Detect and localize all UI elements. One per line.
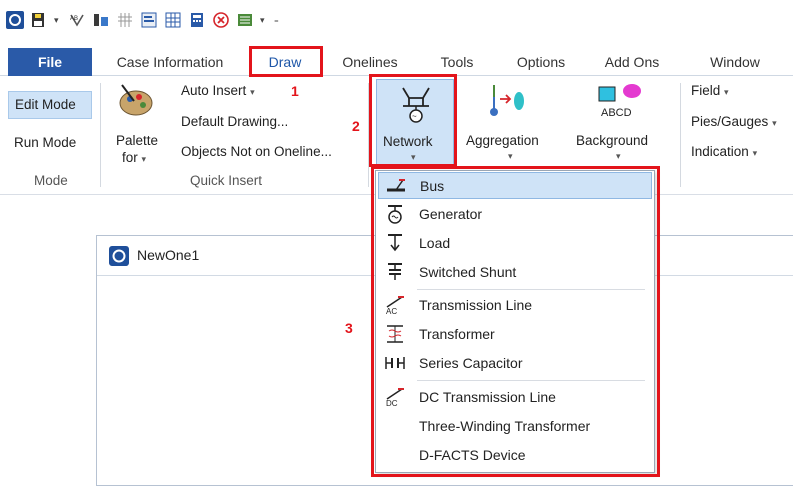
annotation-box-network — [369, 74, 457, 167]
chevron-down-icon: ▾ — [724, 87, 729, 97]
palette-for-text: for — [122, 150, 138, 165]
svg-text:AB: AB — [70, 16, 78, 22]
save-icon[interactable] — [30, 11, 48, 29]
edit-mode-button[interactable]: Edit Mode — [8, 91, 92, 119]
undo-icon[interactable]: AB — [68, 11, 86, 29]
tab-file[interactable]: File — [8, 48, 92, 76]
annotation-number-3: 3 — [345, 320, 353, 336]
run-mode-button[interactable]: Run Mode — [14, 135, 76, 150]
print-icon[interactable] — [236, 11, 254, 29]
palette-for-label[interactable]: for ▾ — [122, 150, 146, 165]
auto-insert-button[interactable]: Auto Insert ▾ — [181, 83, 255, 98]
grid-icon[interactable] — [116, 11, 134, 29]
tab-case-information[interactable]: Case Information — [100, 48, 240, 76]
svg-text:ABCD: ABCD — [601, 107, 632, 119]
palette-icon[interactable] — [112, 81, 160, 121]
document-title: NewOne1 — [137, 247, 200, 263]
chevron-down-icon: ▾ — [141, 154, 147, 164]
group-divider — [100, 83, 101, 187]
field-label: Field — [691, 83, 721, 98]
quick-insert-group-label: Quick Insert — [190, 173, 263, 188]
annotation-box-network-menu — [371, 166, 660, 477]
aggregation-icon[interactable] — [486, 83, 530, 119]
chevron-down-icon[interactable]: ▾ — [54, 15, 62, 26]
background-icon[interactable]: ABCD — [598, 81, 644, 121]
tab-window[interactable]: Window — [690, 48, 780, 76]
tab-tools[interactable]: Tools — [422, 48, 492, 76]
palette-label[interactable]: Palette — [116, 133, 158, 148]
annotation-number-1: 1 — [291, 83, 299, 99]
indication-label: Indication — [691, 144, 749, 159]
chevron-down-icon[interactable]: ▾ — [260, 15, 268, 26]
customize-icon[interactable]: ₌ — [274, 15, 282, 26]
pies-gauges-button[interactable]: Pies/Gauges ▾ — [691, 114, 777, 129]
network-tool-icon[interactable] — [92, 11, 110, 29]
form-icon[interactable] — [140, 11, 158, 29]
aggregation-button[interactable]: Aggregation — [466, 133, 539, 148]
app-icon[interactable] — [6, 11, 24, 29]
tab-onelines[interactable]: Onelines — [330, 48, 410, 76]
indication-button[interactable]: Indication ▾ — [691, 144, 757, 159]
chevron-down-icon: ▾ — [752, 148, 758, 158]
field-button[interactable]: Field ▾ — [691, 83, 729, 98]
app-icon — [109, 246, 129, 266]
tab-options[interactable]: Options — [502, 48, 580, 76]
mode-group-label: Mode — [34, 173, 68, 188]
annotation-box-draw-tab — [249, 46, 323, 77]
annotation-number-2: 2 — [352, 118, 360, 134]
table-icon[interactable] — [164, 11, 182, 29]
calculator-icon[interactable] — [188, 11, 206, 29]
close-circle-icon[interactable] — [212, 11, 230, 29]
auto-insert-label: Auto Insert — [181, 83, 247, 98]
group-divider — [680, 83, 681, 187]
quick-access-toolbar: ▾ AB ▾ ₌ — [0, 0, 793, 40]
chevron-down-icon: ▾ — [772, 118, 777, 128]
background-button[interactable]: Background — [576, 133, 648, 148]
chevron-down-icon[interactable]: ▾ — [616, 151, 621, 162]
tab-add-ons[interactable]: Add Ons — [592, 48, 672, 76]
chevron-down-icon: ▾ — [250, 87, 255, 97]
ribbon-tabs: File Case Information Draw Onelines Tool… — [0, 48, 793, 76]
objects-not-on-oneline-button[interactable]: Objects Not on Oneline... — [181, 144, 332, 159]
chevron-down-icon[interactable]: ▾ — [508, 151, 513, 162]
default-drawing-button[interactable]: Default Drawing... — [181, 114, 288, 129]
pies-gauges-label: Pies/Gauges — [691, 114, 769, 129]
